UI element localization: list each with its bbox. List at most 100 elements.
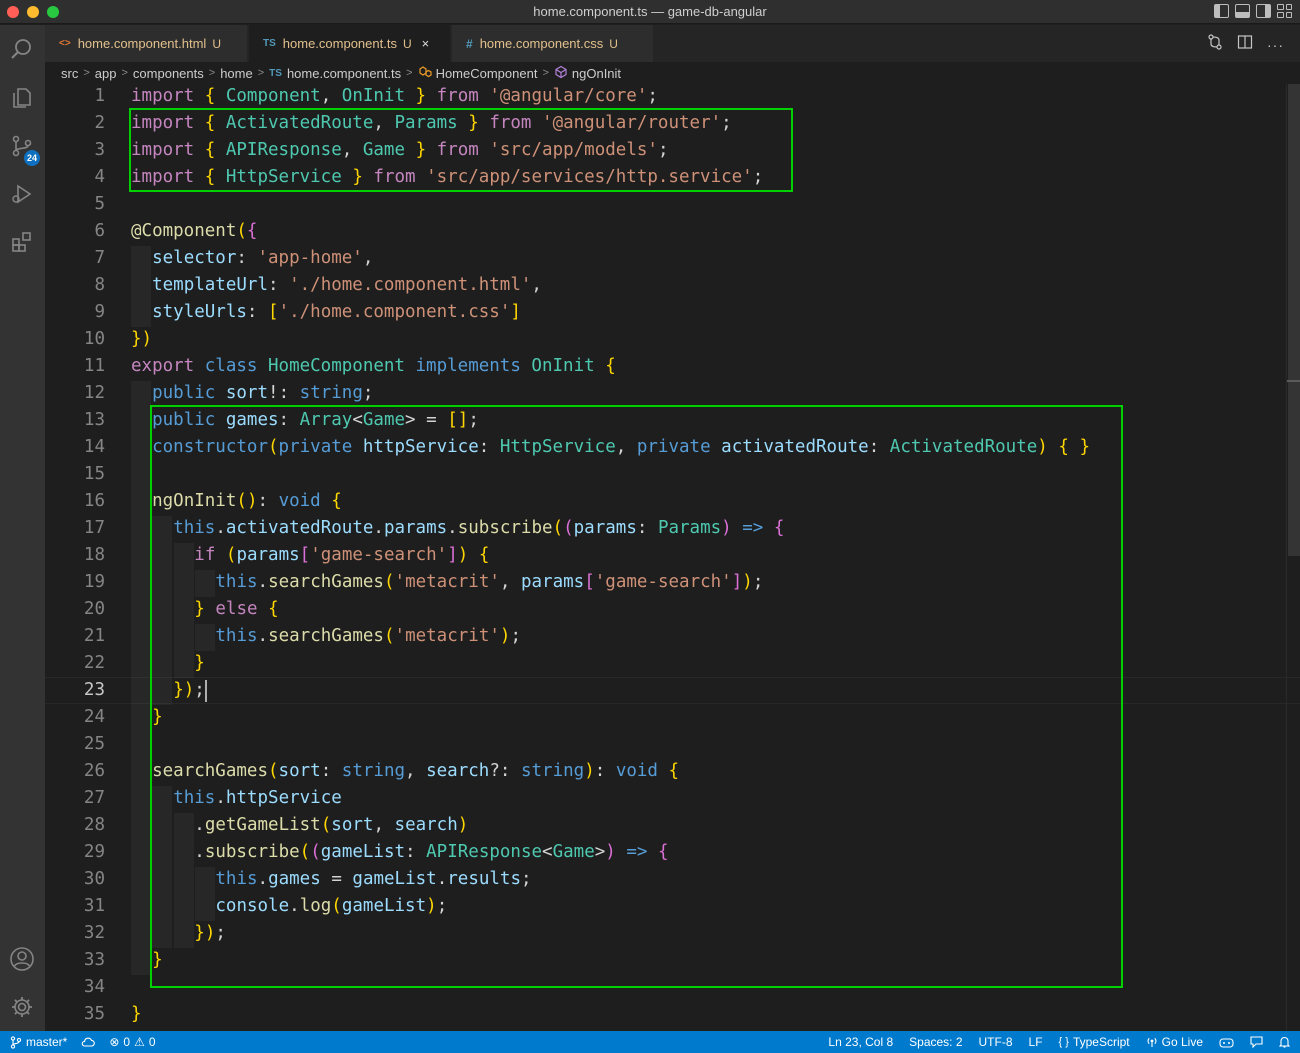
encoding[interactable]: UTF-8 [979,1035,1013,1049]
more-actions-icon[interactable]: ··· [1267,37,1284,53]
code-line: import { APIResponse, Game } from 'src/a… [131,140,669,160]
close-tab-icon[interactable]: × [422,36,430,51]
search-icon[interactable] [6,33,38,65]
breadcrumb-item[interactable]: home [220,66,253,81]
source-control-badge: 24 [24,150,41,166]
explorer-icon[interactable] [6,82,38,114]
code-line: console.log(gameList); [215,896,448,916]
line-number: 11 [83,356,105,376]
code-line: public games: Array<Game> = []; [152,410,479,430]
feedback-icon[interactable] [1250,1036,1263,1048]
indentation[interactable]: Spaces: 2 [909,1035,962,1049]
notifications-bell-icon[interactable] [1279,1036,1290,1048]
overview-ruler-mark [1287,380,1300,382]
breadcrumb-symbol-method[interactable]: ngOnInit [572,66,621,81]
breadcrumb-item[interactable]: src [61,66,78,81]
breadcrumb-separator: > [208,67,216,79]
breadcrumb-symbol-class[interactable]: HomeComponent [436,66,538,81]
line-number: 17 [83,518,105,538]
vertical-scrollbar[interactable] [1286,84,1300,1031]
line-number: 28 [83,815,105,835]
code-line: selector: 'app-home', [152,248,374,268]
open-changes-icon[interactable] [1207,34,1223,55]
broadcast-icon [1147,1037,1157,1047]
line-number: 9 [94,302,105,322]
code-line: }) [131,329,153,349]
line-number: 35 [83,1004,105,1024]
customize-layout-icon[interactable] [1277,4,1292,18]
split-editor-icon[interactable] [1237,34,1253,55]
line-number: 29 [83,842,105,862]
go-live-button[interactable]: Go Live [1146,1035,1203,1049]
line-number: 22 [83,653,105,673]
extensions-icon[interactable] [6,226,38,258]
code-editor[interactable]: 1 2 3 4 5 6 7 8 9 10 11 12 13 14 15 16 17 18 19 20 21 22 23 24 2… [45,84,1300,1031]
class-symbol-icon [418,65,432,82]
line-number: 2 [94,113,105,133]
code-line: templateUrl: './home.component.html', [152,275,542,295]
cursor-position[interactable]: Ln 23, Col 8 [828,1035,893,1049]
line-number: 3 [94,140,105,160]
tab-untracked-status: U [402,36,412,51]
code-line: this.httpService [173,788,342,808]
line-number: 33 [83,950,105,970]
toggle-panel-icon[interactable] [1235,4,1250,18]
line-number: 34 [83,977,105,997]
toggle-secondary-sidebar-icon[interactable] [1256,4,1271,18]
language-label: TypeScript [1072,1035,1130,1049]
toggle-primary-sidebar-icon[interactable] [1214,4,1229,18]
code-line: export class HomeComponent implements On… [131,356,616,376]
code-line: styleUrls: ['./home.component.css'] [152,302,521,322]
code-line: .getGameList(sort, search) [194,815,469,835]
tab-home-component-css[interactable]: # home.component.css U [452,25,654,62]
branch-indicator[interactable]: master* [10,1035,67,1049]
code-line: searchGames(sort: string, search?: strin… [152,761,680,781]
editor-tab-bar: <> home.component.html U TS home.compone… [45,25,1300,62]
code-line: } else { [194,599,279,619]
code-line: this.games = gameList.results; [215,869,532,889]
code-line: } [152,707,163,727]
breadcrumb-separator: > [406,67,413,79]
tab-label: home.component.ts [282,36,397,51]
sync-button[interactable] [81,1036,96,1048]
line-number: 10 [83,329,105,349]
line-number: 7 [94,248,105,268]
line-number: 20 [83,599,105,619]
problems-indicator[interactable]: ⊗ 0 ⚠ 0 [109,1035,155,1049]
warning-count: 0 [148,1035,156,1049]
accounts-icon[interactable] [6,943,38,975]
line-number: 5 [94,194,105,214]
breadcrumb-file[interactable]: home.component.ts [287,66,401,81]
line-number: 24 [83,707,105,727]
manage-gear-icon[interactable] [6,991,38,1023]
line-number: 16 [83,491,105,511]
breadcrumb-item[interactable]: components [133,66,204,81]
typescript-file-icon: TS [269,67,282,79]
tab-label: home.component.html [77,36,207,51]
warning-icon: ⚠ [134,1035,145,1049]
line-number: 19 [83,572,105,592]
go-live-label: Go Live [1161,1035,1203,1049]
activity-bar: 24 [0,25,45,1031]
line-number: 13 [83,410,105,430]
line-number: 23 [83,680,105,700]
scrollbar-thumb[interactable] [1288,84,1300,556]
text-cursor [205,680,207,702]
typescript-file-icon: TS [263,38,276,49]
end-of-line[interactable]: LF [1029,1035,1043,1049]
tab-home-component-html[interactable]: <> home.component.html U [45,25,248,62]
title-bar: home.component.ts — game-db-angular [0,0,1300,24]
tab-untracked-status: U [609,36,618,51]
window-title: home.component.ts — game-db-angular [533,4,767,19]
line-number: 26 [83,761,105,781]
breadcrumb-separator: > [83,67,90,79]
language-mode[interactable]: { } TypeScript [1059,1035,1130,1049]
copilot-icon[interactable] [1219,1036,1234,1048]
breadcrumb-separator: > [542,67,549,79]
line-number: 1 [94,86,105,106]
code-line: }); [173,680,205,700]
run-and-debug-icon[interactable] [6,178,38,210]
breadcrumb-item[interactable]: app [95,66,117,81]
source-control-icon[interactable]: 24 [6,130,41,166]
tab-home-component-ts[interactable]: TS home.component.ts U × [249,25,451,62]
